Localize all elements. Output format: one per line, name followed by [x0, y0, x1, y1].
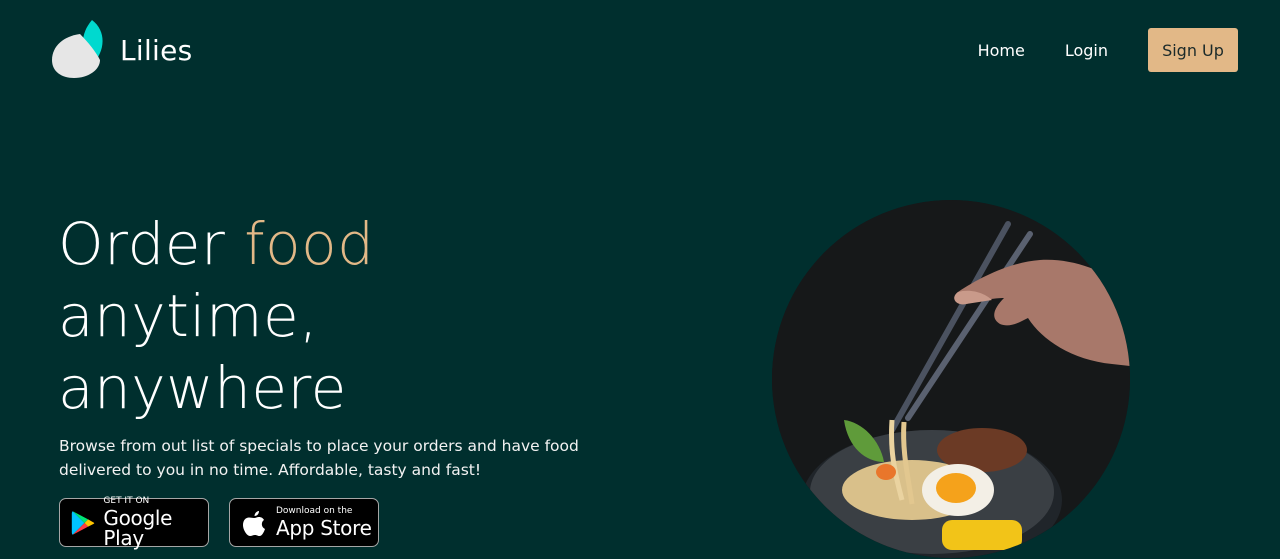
google-play-text: GET IT ON Google Play — [103, 496, 208, 550]
site-header: Lilies Home Login Sign Up — [0, 0, 1280, 100]
nav-login-link[interactable]: Login — [1065, 41, 1108, 60]
hero-title-line2: anytime, — [58, 282, 319, 350]
hero-title-part1: Order — [58, 210, 245, 278]
brand-logo[interactable]: Lilies — [50, 20, 193, 80]
hero-title: Order food anytime, anywhere — [58, 208, 374, 424]
ramen-bowl-image — [772, 200, 1130, 558]
app-store-button[interactable]: Download on the App Store — [229, 498, 379, 547]
ramen-illustration — [772, 200, 1130, 558]
hero-title-line3: anywhere — [58, 354, 347, 422]
hero-description: Browse from out list of specials to plac… — [59, 437, 579, 479]
apple-icon — [243, 510, 265, 536]
app-store-big-label: App Store — [276, 516, 372, 540]
app-store-small-label: Download on the — [276, 506, 353, 516]
google-play-small-label: GET IT ON — [103, 496, 150, 506]
google-play-icon — [71, 510, 95, 535]
google-play-button[interactable]: GET IT ON Google Play — [59, 496, 209, 550]
nav-home-link[interactable]: Home — [978, 41, 1025, 60]
hero-title-accent: food — [244, 210, 375, 278]
google-play-big-label: Google Play — [103, 506, 173, 550]
leaf-logo-icon — [52, 20, 103, 78]
main-nav: Home Login Sign Up — [978, 28, 1238, 72]
app-store-text: Download on the App Store — [276, 506, 372, 540]
signup-button[interactable]: Sign Up — [1148, 28, 1238, 72]
brand-name: Lilies — [120, 33, 193, 67]
